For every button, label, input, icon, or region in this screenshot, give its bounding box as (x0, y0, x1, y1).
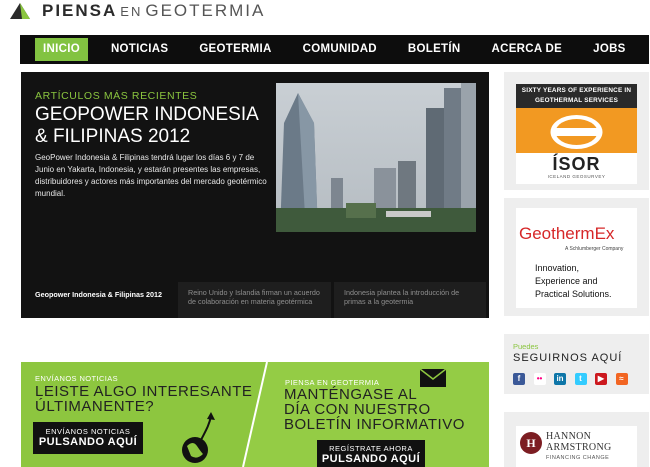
newsletter-heading-line1: MANTÉNGASE AL (284, 386, 418, 403)
send-news-heading-line1: LEISTE ALGO INTERESANTE (35, 383, 253, 400)
globe-arrow-icon (182, 412, 215, 463)
isor-ad[interactable]: SIXTY YEARS OF EXPERIENCE IN GEOTHERMAL … (504, 72, 649, 190)
nav-item-noticias[interactable]: NOTICIAS (103, 38, 176, 61)
newsletter-heading-line3: BOLETÍN INFORMATIVO (284, 416, 465, 433)
nav-item-jobs[interactable]: JOBS (585, 38, 634, 61)
newsletter-signup-button[interactable]: REGÍSTRATE AHORA PULSANDO AQUÍ (317, 440, 425, 467)
hannon-name-line1: HANNON (546, 431, 592, 442)
send-news-button-line1: ENVÍANOS NOTICIAS (45, 427, 131, 436)
featured-tab-1[interactable]: Geopower Indonesia & Filipinas 2012 (35, 290, 175, 299)
featured-tab-2-caption: Reino Unido y Islandia firman un acuerdo… (188, 288, 320, 306)
newsletter-button-line2: PULSANDO AQUÍ (321, 453, 421, 465)
hannon-armstrong-banner: H HANNON ARMSTRONG FINANCING CHANGE (516, 426, 637, 467)
newsletter-button-line1: REGÍSTRATE AHORA (329, 444, 413, 453)
promo-banners: ENVÍANOS NOTICIAS LEISTE ALGO INTERESANT… (21, 362, 489, 467)
hannon-armstrong-name: HANNON ARMSTRONG (546, 431, 612, 453)
social-follow-box: Puedes SEGUIRNOS AQUÍ f •• in t ▶ ≈ (504, 334, 649, 394)
logo-mark-icon (10, 3, 30, 19)
isor-name: ÍSOR (552, 154, 601, 174)
featured-tab-3-caption: Indonesia plantea la introducción de pri… (344, 288, 460, 306)
geothermex-tagline: Innovation, Experience and Practical Sol… (535, 262, 612, 301)
featured-article-image[interactable] (276, 83, 476, 232)
social-title: SEGUIRNOS AQUÍ (513, 352, 623, 364)
geothermex-ad[interactable]: GeothermEx A Schlumberger Company Innova… (504, 198, 649, 316)
geothermex-ad-banner: GeothermEx A Schlumberger Company Innova… (516, 208, 637, 308)
send-news-button-line2: PULSANDO AQUÍ (38, 436, 138, 448)
featured-tabs: Geopower Indonesia & Filipinas 2012 Rein… (21, 282, 489, 318)
nav-item-acerca-de[interactable]: ACERCA DE (483, 38, 570, 61)
linkedin-icon[interactable]: in (554, 373, 566, 385)
site-logo[interactable]: PIENSA EN GEOTERMIA (8, 0, 265, 22)
nav-item-boletin[interactable]: BOLETÍN (400, 38, 469, 61)
featured-section-label: ARTÍCULOS MÁS RECIENTES (35, 90, 198, 102)
send-news-label: ENVÍANOS NOTICIAS (35, 374, 119, 383)
hannon-armstrong-ad[interactable]: H HANNON ARMSTRONG FINANCING CHANGE (504, 412, 649, 467)
hannon-armstrong-subtitle: FINANCING CHANGE (546, 455, 610, 461)
newsletter-heading-line2: DÍA CON NUESTRO (284, 401, 431, 418)
isor-tagline: SIXTY YEARS OF EXPERIENCE IN GEOTHERMAL … (516, 84, 637, 108)
nav-item-comunidad[interactable]: COMUNIDAD (295, 38, 385, 61)
twitter-icon[interactable]: t (574, 373, 587, 385)
envelope-icon (419, 368, 447, 387)
isor-logo-area (516, 108, 637, 153)
facebook-icon[interactable]: f (513, 373, 525, 385)
logo-word-en: EN (120, 4, 143, 19)
geothermex-subtitle: A Schlumberger Company (565, 246, 624, 252)
logo-wordmark: PIENSA EN GEOTERMIA (42, 1, 265, 21)
send-news-button[interactable]: ENVÍANOS NOTICIAS PULSANDO AQUÍ (33, 422, 143, 454)
isor-ad-banner: SIXTY YEARS OF EXPERIENCE IN GEOTHERMAL … (516, 84, 637, 184)
featured-article-title[interactable]: GEOPOWER INDONESIA & FILIPINAS 2012 (35, 104, 275, 148)
isor-logo-icon (550, 115, 603, 149)
geothermex-name: GeothermEx (519, 224, 615, 243)
social-icons: f •• in t ▶ ≈ (513, 373, 636, 385)
nav-item-inicio[interactable]: INICIO (35, 38, 88, 61)
logo-word-geotermia: GEOTERMIA (145, 1, 266, 20)
hannon-armstrong-logo-icon: H (520, 432, 542, 454)
featured-tab-3[interactable]: Indonesia plantea la introducción de pri… (334, 282, 486, 318)
nav-item-geotermia[interactable]: GEOTERMIA (191, 38, 279, 61)
youtube-icon[interactable]: ▶ (595, 373, 607, 385)
social-label: Puedes (513, 342, 539, 351)
flickr-icon[interactable]: •• (533, 373, 546, 385)
featured-title-line2: & FILIPINAS 2012 (35, 126, 191, 147)
geothermex-tagline-2: Experience and (535, 276, 598, 286)
logo-word-piensa: PIENSA (42, 1, 118, 20)
isor-subtitle: ICELAND GEOSURVEY (547, 174, 606, 179)
newsletter-heading: MANTÉNGASE AL DÍA CON NUESTRO BOLETÍN IN… (284, 387, 465, 432)
main-nav: INICIO NOTICIAS GEOTERMIA COMUNIDAD BOLE… (20, 35, 649, 64)
featured-article-description: GeoPower Indonesia & Filipinas tendrá lu… (35, 153, 267, 198)
featured-tab-2[interactable]: Reino Unido y Islandia firman un acuerdo… (178, 282, 331, 318)
geothermex-tagline-1: Innovation, (535, 263, 580, 273)
hannon-name-line2: ARMSTRONG (546, 442, 612, 453)
geothermex-tagline-3: Practical Solutions. (535, 289, 612, 299)
featured-articles-slider: ARTÍCULOS MÁS RECIENTES GEOPOWER INDONES… (21, 72, 489, 318)
rss-icon[interactable]: ≈ (615, 373, 628, 385)
city-skyline-image (276, 83, 476, 232)
featured-title-line1: GEOPOWER INDONESIA (35, 104, 259, 125)
